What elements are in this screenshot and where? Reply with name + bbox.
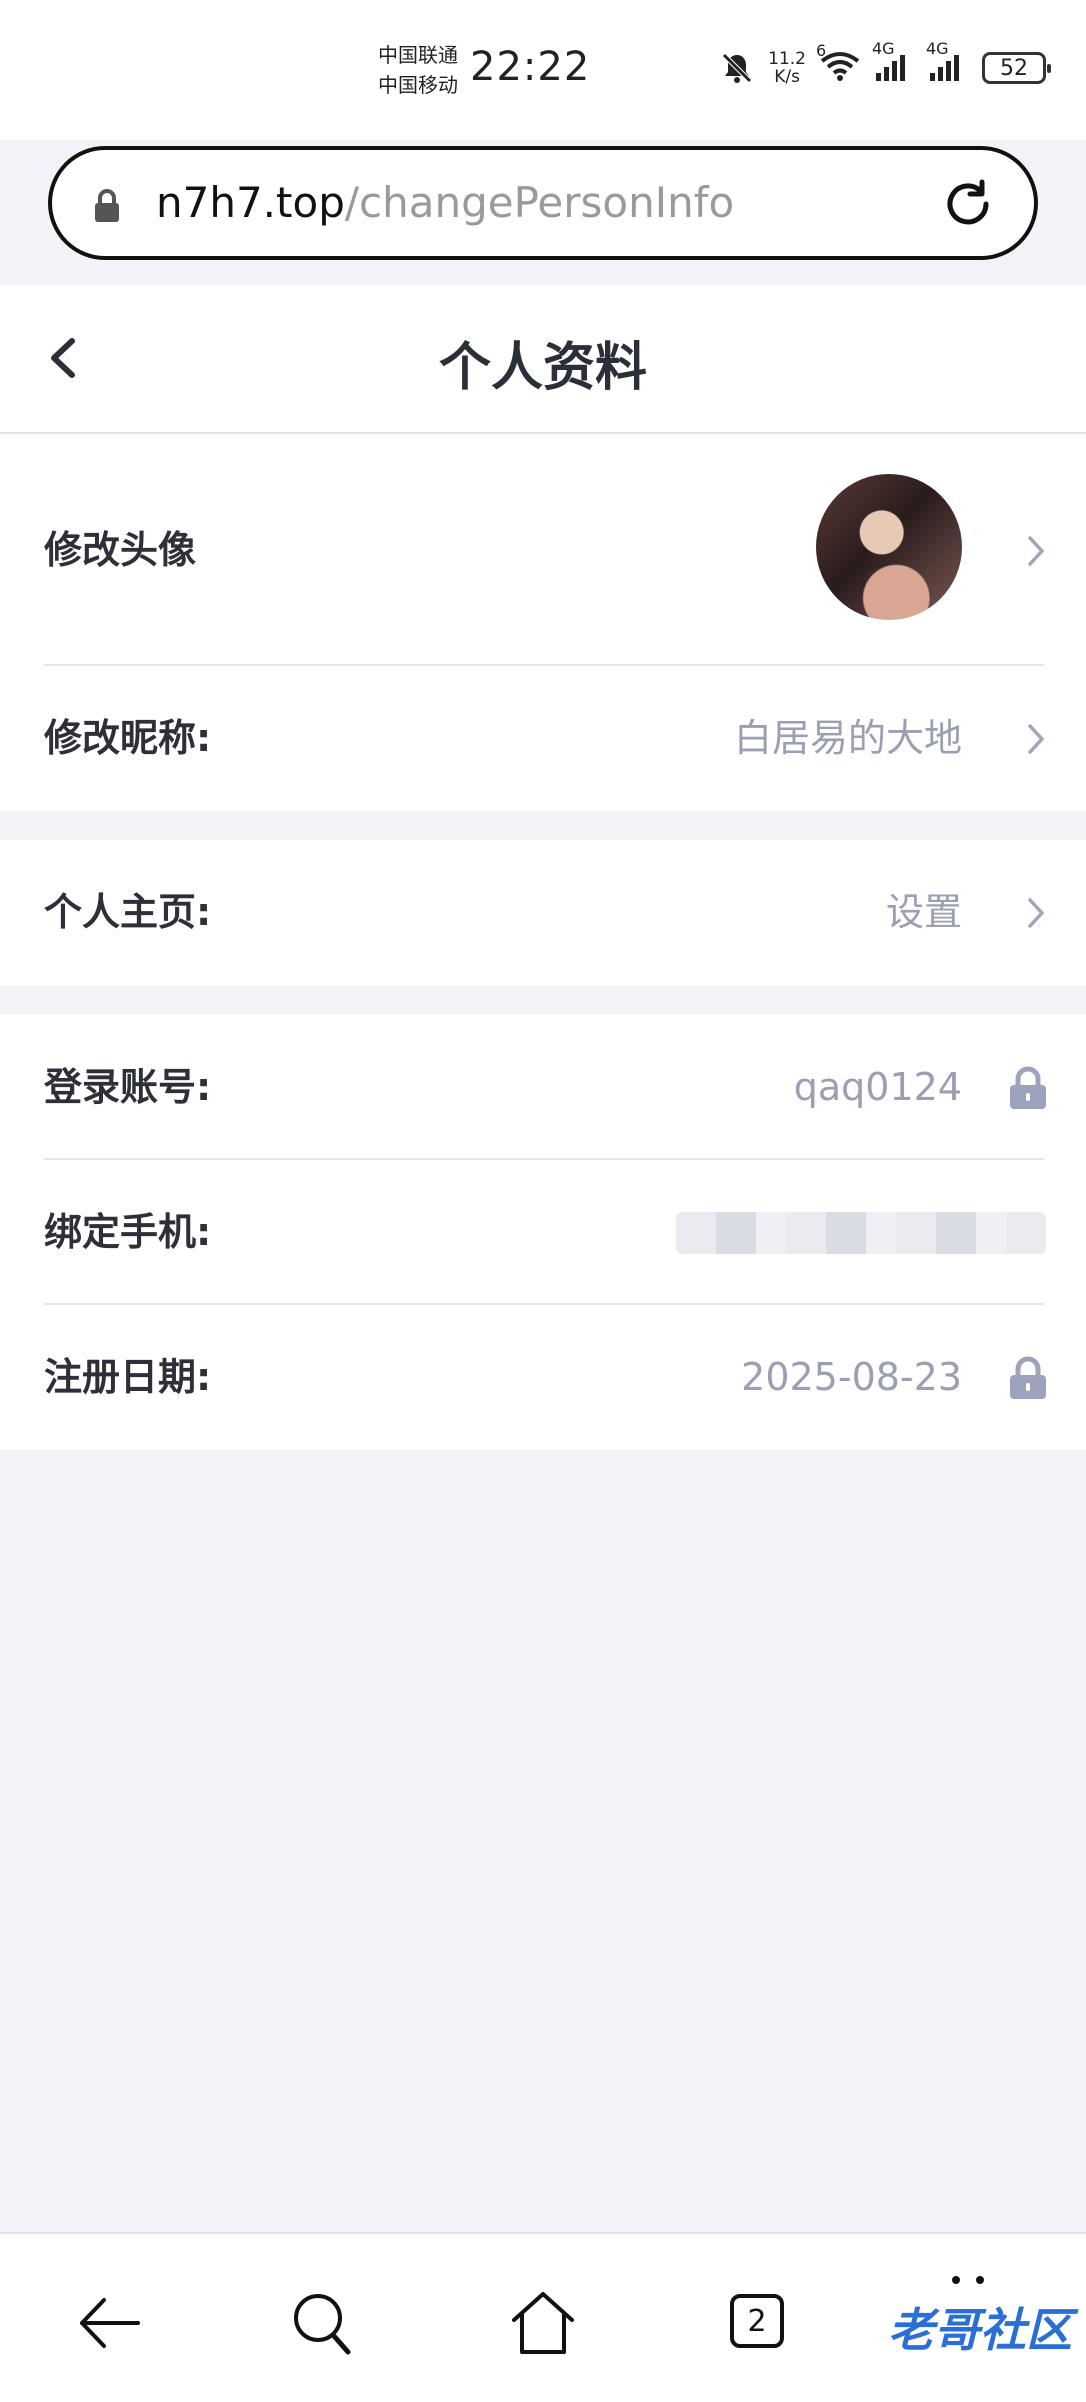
register-label: 注册日期: [44,1355,212,1399]
change-nickname-row[interactable]: 修改昵称: 白居易的大地 [0,666,1086,811]
register-value: 2025-08-23 [741,1355,962,1399]
homepage-label: 个人主页: [44,890,212,934]
status-icons: 11.2 K/s 6 4G 4G 52 [720,39,1051,87]
reload-icon[interactable] [938,174,998,234]
profile-section-homepage: 个人主页: 设置 [0,840,1086,985]
phone-label: 绑定手机: [44,1210,212,1254]
clock: 22:22 [470,44,591,90]
home-icon[interactable] [508,2288,578,2358]
account-value: qaq0124 [793,1065,962,1109]
homepage-row[interactable]: 个人主页: 设置 [0,840,1086,985]
watermark-logo: 老哥社区 [888,2303,1072,2357]
signal-2: 4G [926,39,968,85]
url-text[interactable]: n7h7.top/changePersonInfo [156,174,734,232]
page-title: 个人资料 [438,338,647,398]
nickname-label: 修改昵称: [44,716,212,760]
chevron-right-icon [1028,536,1044,566]
nickname-value: 白居易的大地 [733,716,962,760]
avatar[interactable] [816,474,962,620]
net-speed: 11.2 K/s [768,49,806,87]
wifi-indicator: 6 [816,41,860,85]
signal-1: 4G [872,39,914,85]
lock-icon [95,189,119,222]
tabs-button[interactable]: 2 [730,2294,800,2364]
carrier-2: 中国移动 [378,73,458,97]
phone-value-redacted [676,1212,1046,1254]
back-arrow-icon[interactable] [74,2288,144,2358]
carrier-1: 中国联通 [378,43,458,67]
mute-bell-icon [722,53,752,83]
url-path: /changePersonInfo [344,178,735,227]
profile-section-account: 登录账号: qaq0124 绑定手机: 注册日期: 2025-08-23 [0,1015,1086,1450]
lock-icon [1010,1356,1046,1399]
change-avatar-row[interactable]: 修改头像 [0,434,1086,666]
browser-bottom-nav: 2 老哥社区 [0,2232,1086,2402]
avatar-label: 修改头像 [44,528,197,572]
account-label: 登录账号: [44,1065,212,1109]
homepage-value: 设置 [885,890,962,934]
address-bar[interactable]: n7h7.top/changePersonInfo [48,146,1038,260]
chevron-right-icon [1028,724,1044,754]
search-icon[interactable] [288,2288,358,2358]
register-date-row: 注册日期: 2025-08-23 [0,1305,1086,1450]
page-header: 个人资料 [0,285,1086,434]
lock-icon [1010,1066,1046,1109]
url-host: n7h7.top [156,178,345,227]
tab-count: 2 [730,2294,784,2348]
phone-row[interactable]: 绑定手机: [0,1160,1086,1305]
battery-indicator: 52 [982,52,1051,84]
account-row: 登录账号: qaq0124 [0,1015,1086,1160]
carrier-names: 中国联通 中国移动 [378,40,458,100]
profile-section-basic: 修改头像 修改昵称: 白居易的大地 [0,434,1086,811]
chevron-right-icon [1028,898,1044,928]
status-bar: 中国联通 中国移动 22:22 11.2 K/s 6 4G 4G 52 [0,0,1086,140]
